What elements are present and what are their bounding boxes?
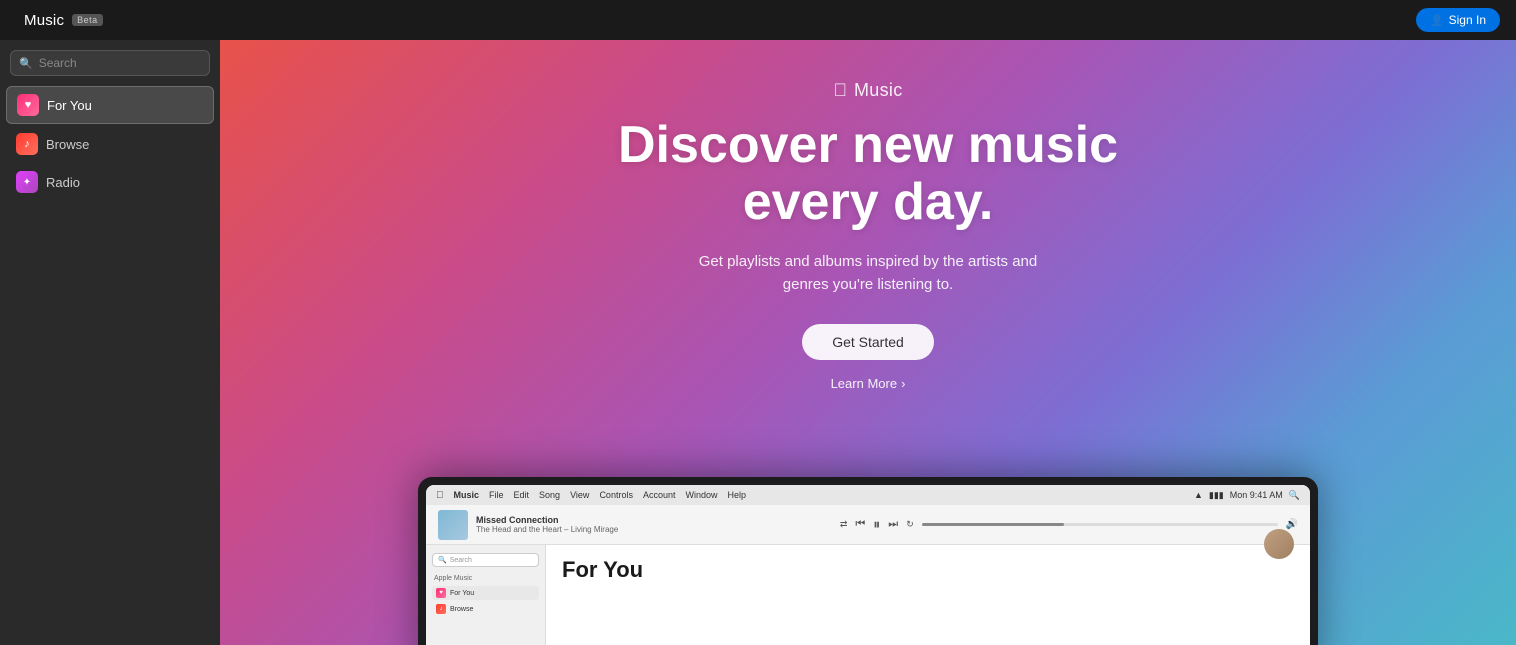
- mac-nav-browse: ♪ Browse: [432, 602, 539, 616]
- mac-track-artist: The Head and the Heart – Living Mirage: [476, 525, 832, 534]
- macbook-outer:  Music File Edit Song View Controls Acc…: [418, 477, 1318, 645]
- sidebar: 🔍 ♥ For You ♪ Browse ✦ Radio: [0, 40, 220, 645]
- sidebar-item-radio[interactable]: ✦ Radio: [6, 164, 214, 200]
- apple-music-text: Music: [854, 80, 903, 101]
- learn-more-link[interactable]: Learn More ›: [831, 376, 906, 391]
- mac-playback-bar: Missed Connection The Head and the Heart…: [426, 505, 1310, 545]
- mac-main-title: For You: [562, 557, 1294, 583]
- mac-menu-items: File Edit Song View Controls Account Win…: [489, 490, 746, 500]
- mac-menu-account: Account: [643, 490, 676, 500]
- sign-in-label: Sign In: [1449, 13, 1486, 27]
- mac-nav-browse-label: Browse: [450, 606, 473, 613]
- mac-section-title: Apple Music: [432, 575, 539, 582]
- mac-user-avatar: [1264, 529, 1294, 559]
- mac-app-sidebar: 🔍 Search Apple Music ♥ For You: [426, 545, 546, 645]
- mac-wifi-icon: ▲: [1194, 490, 1203, 500]
- user-icon: 👤: [1430, 14, 1444, 27]
- mac-menu-bar:  Music File Edit Song View Controls Acc…: [426, 485, 1310, 505]
- mac-menu-bar-left:  Music File Edit Song View Controls Acc…: [436, 490, 746, 501]
- mac-progress-bar: [922, 523, 1278, 526]
- content-area:  Music Discover new music every day. Ge…: [220, 40, 1516, 645]
- mac-play-icon: ⏸: [873, 516, 880, 533]
- search-box[interactable]: 🔍: [10, 50, 210, 76]
- main-layout: 🔍 ♥ For You ♪ Browse ✦ Radio: [0, 40, 1516, 645]
- mac-time: Mon 9:41 AM: [1230, 490, 1283, 500]
- search-input[interactable]: [39, 56, 201, 70]
- apple-music-logo:  Music: [833, 80, 902, 101]
- mac-track-title: Missed Connection: [476, 515, 832, 525]
- mac-menu-window: Window: [685, 490, 717, 500]
- apple-music-apple-icon: : [833, 80, 847, 101]
- radio-label: Radio: [46, 175, 80, 190]
- mac-menu-view: View: [570, 490, 589, 500]
- macbook-mockup:  Music File Edit Song View Controls Acc…: [418, 477, 1318, 645]
- sidebar-item-for-you[interactable]: ♥ For You: [6, 86, 214, 124]
- mac-search-icon-menu: 🔍: [1289, 490, 1300, 501]
- mac-shuffle-icon: ⇄: [840, 519, 848, 530]
- mac-main-content: For You: [546, 545, 1310, 645]
- mac-search-glyph: 🔍: [438, 556, 447, 564]
- learn-more-arrow: ›: [901, 376, 905, 391]
- app-title: Music: [24, 12, 64, 29]
- radio-icon: ✦: [16, 171, 38, 193]
- macbook-screen:  Music File Edit Song View Controls Acc…: [426, 485, 1310, 645]
- search-icon: 🔍: [19, 57, 33, 70]
- mac-apple-icon: : [436, 490, 444, 501]
- mac-volume-icon: 🔊: [1286, 519, 1298, 530]
- sidebar-item-browse[interactable]: ♪ Browse: [6, 126, 214, 162]
- mac-menu-controls: Controls: [599, 490, 633, 500]
- beta-badge: Beta: [72, 14, 103, 26]
- sign-in-button[interactable]: 👤 Sign In: [1416, 8, 1500, 32]
- mac-battery-icon: ▮▮▮: [1209, 490, 1224, 501]
- mac-track-info: Missed Connection The Head and the Heart…: [476, 515, 832, 534]
- browse-label: Browse: [46, 137, 89, 152]
- browse-icon: ♪: [16, 133, 38, 155]
- mac-menu-edit: Edit: [514, 490, 530, 500]
- mac-nav-for-you: ♥ For You: [432, 586, 539, 600]
- mac-menu-song: Song: [539, 490, 560, 500]
- mac-nav-foryou-icon: ♥: [436, 588, 446, 598]
- mac-menu-bar-right: ▲ ▮▮▮ Mon 9:41 AM 🔍: [1194, 490, 1300, 501]
- hero-content:  Music Discover new music every day. Ge…: [220, 40, 1516, 391]
- top-bar: Music Beta 👤 Sign In: [0, 0, 1516, 40]
- mac-music-menu: Music: [454, 490, 480, 500]
- mac-prev-icon: ⏮: [855, 518, 865, 531]
- mac-next-icon: ⏭: [888, 518, 898, 531]
- mac-menu-help: Help: [728, 490, 747, 500]
- mac-repeat-icon: ↻: [906, 519, 914, 530]
- for-you-icon: ♥: [17, 94, 39, 116]
- mac-app-search: 🔍 Search: [432, 553, 539, 567]
- mac-playback-controls: ⇄ ⏮ ⏸ ⏭ ↻: [840, 516, 914, 533]
- hero-title: Discover new music every day.: [618, 117, 1118, 231]
- nav-items: ♥ For You ♪ Browse ✦ Radio: [0, 86, 220, 200]
- mac-progress-fill: [922, 523, 1064, 526]
- hero-subtitle: Get playlists and albums inspired by the…: [678, 251, 1058, 296]
- mac-nav-browse-icon: ♪: [436, 604, 446, 614]
- hero-title-line1: Discover new music: [618, 116, 1118, 174]
- learn-more-label: Learn More: [831, 376, 897, 391]
- mac-search-text: Search: [450, 557, 472, 564]
- hero-title-line2: every day.: [743, 173, 994, 231]
- mac-nav-foryou-label: For You: [450, 590, 474, 597]
- for-you-label: For You: [47, 98, 92, 113]
- mac-album-art: [438, 510, 468, 540]
- search-container: 🔍: [0, 50, 220, 86]
- top-bar-left: Music Beta: [16, 12, 103, 29]
- mac-menu-file: File: [489, 490, 504, 500]
- mac-app-content: 🔍 Search Apple Music ♥ For You: [426, 545, 1310, 645]
- get-started-button[interactable]: Get Started: [802, 324, 934, 360]
